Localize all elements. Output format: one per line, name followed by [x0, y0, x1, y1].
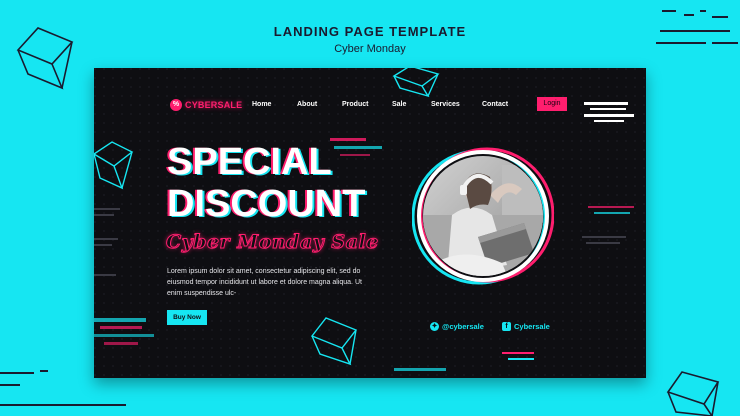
- glitch-bars: [394, 352, 534, 371]
- glitch-bars: [582, 102, 634, 244]
- template-subtitle: Cyber Monday: [334, 43, 406, 55]
- nav-item-contact[interactable]: Contact: [482, 101, 508, 108]
- brand-name: CYBERSALE: [185, 100, 243, 110]
- headline-line-1: SPECIAL: [167, 141, 332, 183]
- nav-item-about[interactable]: About: [297, 101, 317, 108]
- hero-photo: [411, 145, 555, 287]
- facebook-handle: Cybersale: [514, 322, 550, 331]
- nav-item-sale[interactable]: Sale: [392, 101, 406, 108]
- nav-item-home[interactable]: Home: [252, 101, 271, 108]
- twitter-handle: @cybersale: [442, 322, 484, 331]
- headline-line-2: DISCOUNT: [167, 183, 366, 225]
- brand-logo[interactable]: % CYBERSALE: [170, 99, 242, 111]
- logo-mark-icon: %: [170, 99, 182, 111]
- cube-icon: [392, 68, 440, 98]
- login-button[interactable]: Login: [537, 97, 567, 111]
- cube-icon: [94, 141, 134, 190]
- social-facebook[interactable]: f Cybersale: [502, 322, 550, 331]
- glitch-bars: [330, 138, 382, 156]
- facebook-icon: f: [502, 322, 511, 331]
- glitch-bars: [94, 318, 154, 345]
- twitter-icon: ✦: [430, 322, 439, 331]
- hero-paragraph: Lorem ipsum dolor sit amet, consectetur …: [167, 268, 362, 297]
- template-title: LANDING PAGE TEMPLATE: [273, 24, 467, 39]
- cube-icon: [310, 317, 358, 366]
- cube-icon: [666, 371, 720, 416]
- nav-item-product[interactable]: Product: [342, 101, 368, 108]
- script-subtitle: Cyber Monday Sale: [166, 231, 379, 254]
- landing-page-card: % CYBERSALE Home About Product Sale Serv…: [94, 68, 646, 378]
- glitch-bars: [94, 208, 120, 276]
- buy-now-button[interactable]: Buy Now: [167, 310, 207, 325]
- nav-item-services[interactable]: Services: [431, 101, 460, 108]
- social-twitter[interactable]: ✦ @cybersale: [430, 322, 484, 331]
